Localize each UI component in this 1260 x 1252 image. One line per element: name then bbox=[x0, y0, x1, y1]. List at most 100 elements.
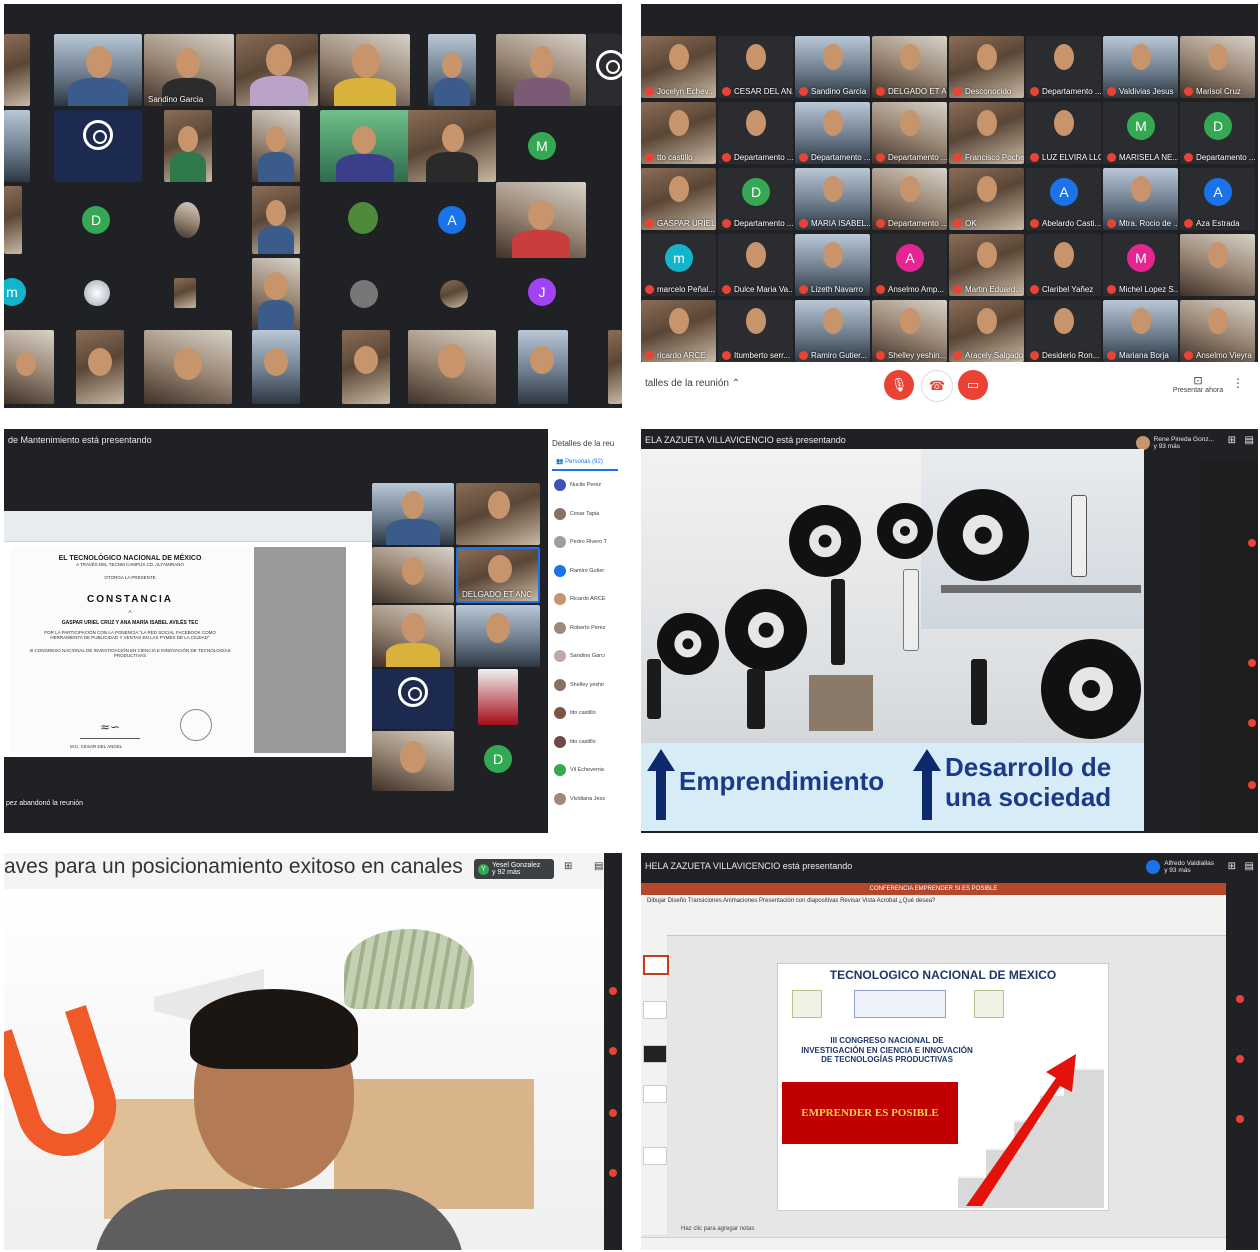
video-tile[interactable] bbox=[4, 110, 30, 182]
video-tile[interactable] bbox=[1180, 234, 1255, 296]
more-options-icon[interactable]: ⋮ bbox=[1232, 376, 1244, 390]
video-tile[interactable] bbox=[408, 110, 496, 182]
video-tile[interactable] bbox=[164, 110, 212, 182]
video-tile[interactable] bbox=[4, 186, 22, 254]
video-tile[interactable]: Martin Eduard... bbox=[949, 234, 1024, 296]
hang-up-button[interactable]: ☎ bbox=[921, 370, 953, 402]
video-tile[interactable]: Sandino Garcia bbox=[144, 34, 234, 106]
video-tile[interactable]: OK bbox=[949, 168, 1024, 230]
video-tile[interactable]: Ramiro Gutier... bbox=[795, 300, 870, 362]
slide-thumbnail[interactable] bbox=[643, 1045, 667, 1063]
video-tile[interactable] bbox=[342, 330, 390, 404]
video-tile[interactable]: LUZ ELVIRA LLC bbox=[1026, 102, 1101, 164]
person-list-item[interactable]: Vil Echeverria bbox=[548, 756, 622, 785]
person-list-item[interactable]: Roberto Perez bbox=[548, 614, 622, 643]
video-tile[interactable] bbox=[236, 34, 318, 106]
person-list-item[interactable]: Nucile Perez bbox=[548, 471, 622, 500]
video-tile[interactable]: M MARISELA NE... bbox=[1103, 102, 1178, 164]
video-tile[interactable] bbox=[76, 330, 124, 404]
video-tile[interactable]: m marcelo Peñal... bbox=[641, 234, 716, 296]
video-tile[interactable] bbox=[588, 34, 622, 106]
person-list-item[interactable]: Cesar Tapia bbox=[548, 500, 622, 529]
meeting-details-link[interactable]: talles de la reunión ⌃ bbox=[645, 378, 740, 389]
person-list-item[interactable]: Shelley yeshir bbox=[548, 671, 622, 700]
video-tile[interactable] bbox=[456, 605, 540, 667]
video-tile[interactable] bbox=[4, 34, 30, 106]
video-tile[interactable] bbox=[54, 34, 142, 106]
video-tile[interactable] bbox=[350, 280, 378, 308]
video-tile[interactable]: Desconocido bbox=[949, 36, 1024, 98]
video-tile[interactable]: Mariana Borja bbox=[1103, 300, 1178, 362]
video-tile[interactable] bbox=[320, 110, 410, 182]
video-tile[interactable]: Shelley yeshin... bbox=[872, 300, 947, 362]
video-tile[interactable] bbox=[348, 202, 378, 234]
chat-icon[interactable]: ▤ bbox=[1245, 861, 1254, 872]
person-list-item[interactable]: Pedro Rivero T bbox=[548, 528, 622, 557]
video-tile[interactable] bbox=[518, 330, 568, 404]
video-tile[interactable] bbox=[372, 605, 454, 667]
video-tile[interactable] bbox=[174, 278, 196, 308]
video-tile[interactable]: GASPAR URIEL bbox=[641, 168, 716, 230]
video-tile[interactable]: ricardo ARCE bbox=[641, 300, 716, 362]
mic-off-button[interactable]: 🎙 bbox=[884, 370, 914, 400]
video-tile[interactable] bbox=[144, 330, 232, 404]
ribbon-tabs[interactable]: Dibujar Diseño Transiciones Animaciones … bbox=[641, 895, 1226, 907]
video-tile[interactable] bbox=[372, 547, 454, 603]
layout-icon[interactable]: ⊞ bbox=[564, 861, 572, 872]
notes-placeholder[interactable]: Haz clic para agregar notas bbox=[681, 1226, 754, 1232]
video-tile[interactable] bbox=[4, 330, 54, 404]
video-tile[interactable] bbox=[372, 483, 454, 545]
video-tile[interactable]: Francisco Poche bbox=[949, 102, 1024, 164]
video-tile[interactable]: Sandino Garcia bbox=[795, 36, 870, 98]
video-tile[interactable]: MARIA ISABEL... bbox=[795, 168, 870, 230]
video-tile[interactable]: Departamento ... bbox=[718, 102, 793, 164]
video-tile[interactable] bbox=[496, 182, 586, 258]
video-tile[interactable] bbox=[320, 34, 410, 106]
video-tile[interactable]: Mtra. Rocio de ... bbox=[1103, 168, 1178, 230]
video-tile[interactable]: Anselmo Vieyra bbox=[1180, 300, 1255, 362]
video-tile[interactable] bbox=[372, 669, 454, 729]
video-tile[interactable]: D Departamento ... bbox=[1180, 102, 1255, 164]
video-tile[interactable] bbox=[440, 280, 468, 308]
video-tile[interactable] bbox=[252, 110, 300, 182]
slide-thumbnail[interactable] bbox=[643, 955, 669, 975]
video-tile[interactable]: tto castillo bbox=[641, 102, 716, 164]
video-tile[interactable]: Claribel Yañez bbox=[1026, 234, 1101, 296]
video-tile[interactable] bbox=[54, 110, 142, 182]
camera-off-button[interactable]: ▭ bbox=[958, 370, 988, 400]
video-tile[interactable] bbox=[252, 258, 300, 330]
video-tile[interactable]: Valdivias Jesus bbox=[1103, 36, 1178, 98]
person-list-item[interactable]: Ricardo ARCE bbox=[548, 585, 622, 614]
video-tile[interactable]: Departamento ... bbox=[1026, 36, 1101, 98]
video-tile[interactable] bbox=[408, 330, 496, 404]
video-tile[interactable]: Jocelyn Echev... bbox=[641, 36, 716, 98]
person-list-item[interactable]: Vividiana Jess bbox=[548, 785, 622, 814]
video-tile[interactable]: M Michel Lopez S... bbox=[1103, 234, 1178, 296]
video-tile[interactable]: DELGADO ET AR... bbox=[872, 36, 947, 98]
video-tile[interactable] bbox=[252, 330, 300, 404]
video-tile[interactable] bbox=[428, 34, 476, 106]
video-tile[interactable]: A Anselmo Amp... bbox=[872, 234, 947, 296]
video-tile[interactable] bbox=[478, 669, 518, 725]
slide-thumbnail[interactable] bbox=[643, 1001, 667, 1019]
person-list-item[interactable]: tito castillo bbox=[548, 728, 622, 757]
video-tile[interactable]: Departamento ... bbox=[872, 168, 947, 230]
video-tile[interactable] bbox=[84, 280, 110, 306]
video-tile[interactable]: Aracely Salgado bbox=[949, 300, 1024, 362]
people-tab[interactable]: 👥 Personas (92) bbox=[552, 454, 618, 471]
slide-thumbnail[interactable] bbox=[643, 1147, 667, 1165]
video-tile[interactable]: CESAR DEL AN... bbox=[718, 36, 793, 98]
video-tile[interactable]: Departamento ... bbox=[795, 102, 870, 164]
video-tile[interactable]: D Departamento ... bbox=[718, 168, 793, 230]
video-tile[interactable]: A Aza Estrada bbox=[1180, 168, 1255, 230]
video-tile[interactable] bbox=[174, 202, 200, 238]
person-list-item[interactable]: Sandino Garci bbox=[548, 642, 622, 671]
video-tile[interactable]: Dulce Maria Va... bbox=[718, 234, 793, 296]
video-tile[interactable]: Marisol Cruz bbox=[1180, 36, 1255, 98]
chat-icon[interactable]: ▤ bbox=[1245, 435, 1254, 446]
video-tile[interactable] bbox=[252, 186, 300, 254]
video-tile[interactable]: DELGADO ET ANC bbox=[456, 547, 540, 603]
video-tile[interactable] bbox=[372, 731, 454, 791]
video-tile[interactable]: A Abelardo Casti... bbox=[1026, 168, 1101, 230]
person-list-item[interactable]: Ramiro Gutier bbox=[548, 557, 622, 586]
